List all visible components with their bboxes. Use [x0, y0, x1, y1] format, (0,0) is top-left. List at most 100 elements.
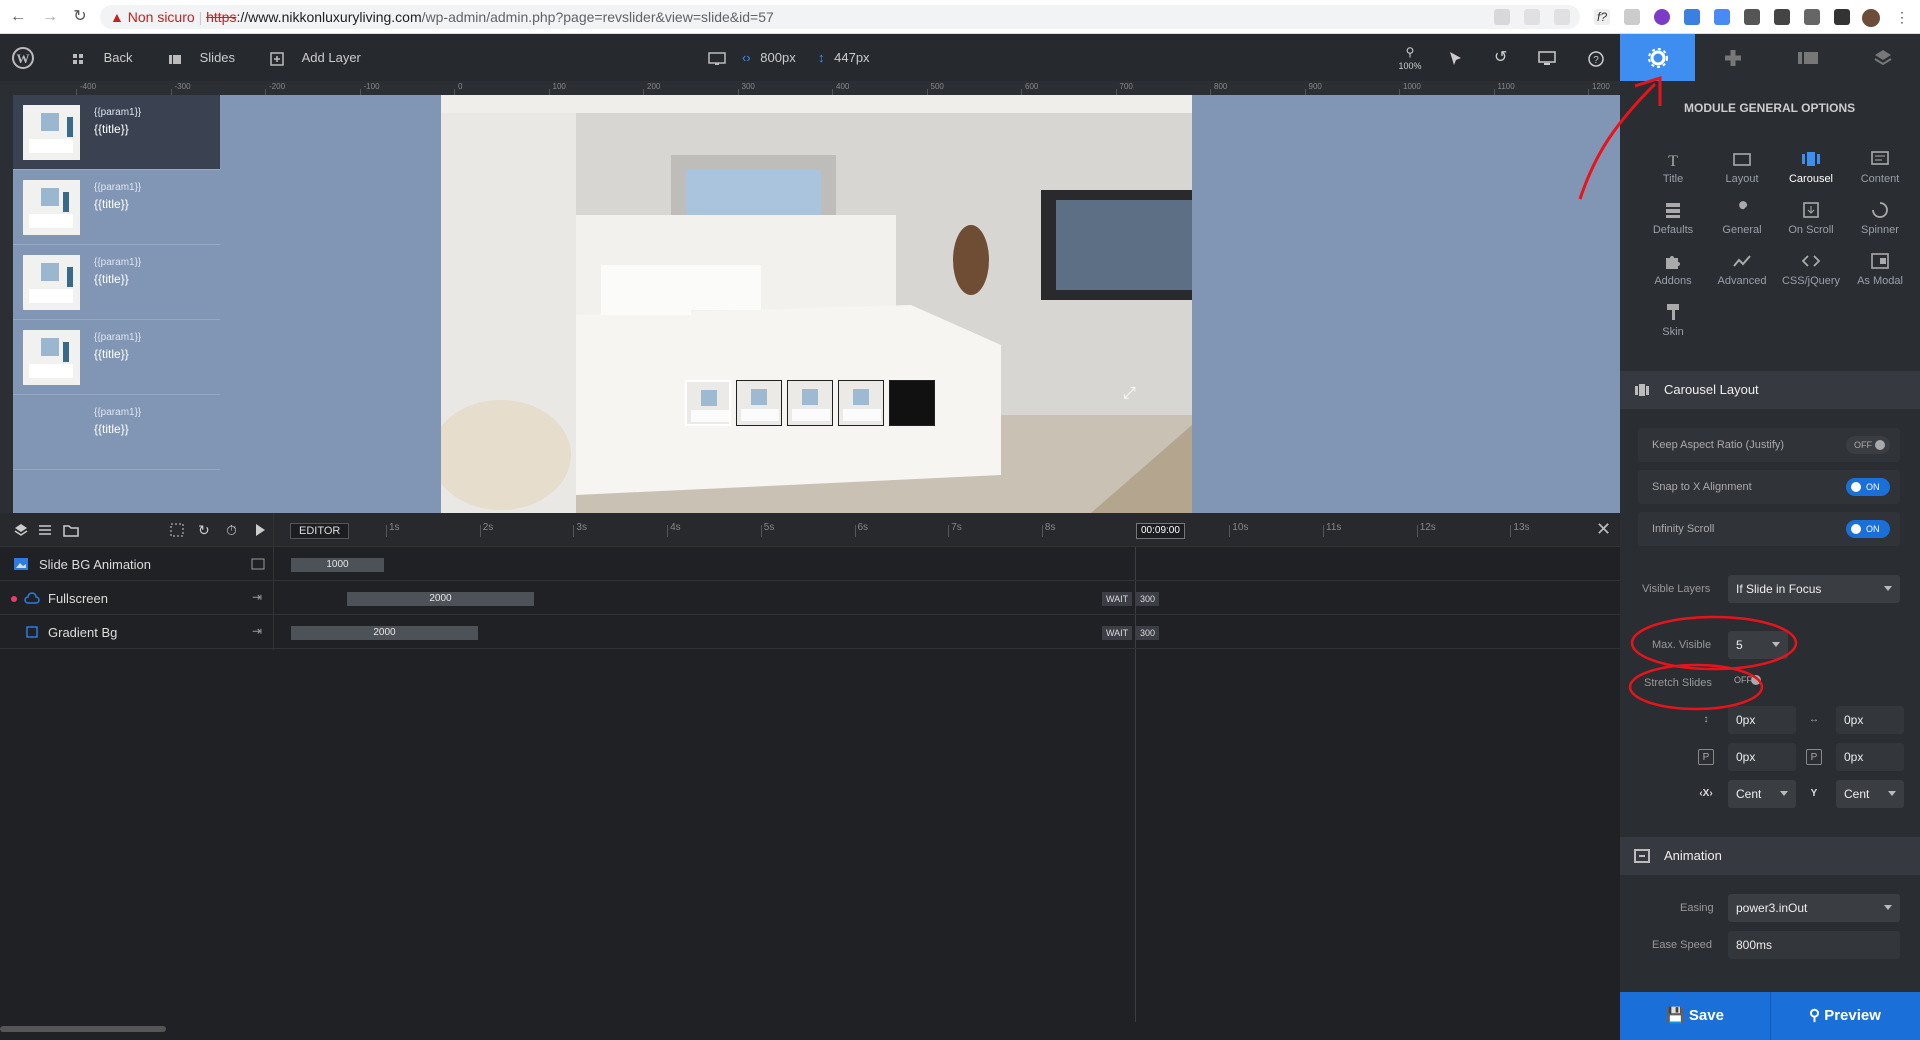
- horizontal-scrollbar[interactable]: [0, 1026, 166, 1032]
- monitor-icon[interactable]: [1538, 34, 1556, 81]
- timer-icon[interactable]: ⏱: [226, 522, 237, 539]
- formula-extension-icon[interactable]: f?: [1594, 9, 1610, 25]
- stretch-slides-toggle[interactable]: OFF: [1726, 671, 1766, 689]
- wait-value[interactable]: 300: [1136, 626, 1160, 640]
- option-general[interactable]: General: [1707, 200, 1777, 236]
- ruler-label: 700: [1119, 82, 1133, 91]
- option-content[interactable]: Content: [1845, 149, 1915, 185]
- carousel-thumbnail[interactable]: [787, 380, 833, 426]
- padding-left-input[interactable]: 0px: [1728, 743, 1796, 771]
- forward-arrow-icon[interactable]: →: [40, 7, 60, 27]
- back-button[interactable]: Back: [72, 34, 133, 81]
- carousel-thumbnail[interactable]: [838, 380, 884, 426]
- translate-extension-icon[interactable]: [1714, 9, 1730, 25]
- tab-layers[interactable]: [1845, 34, 1920, 81]
- option-css-jquery[interactable]: CSS/jQuery: [1776, 251, 1846, 287]
- animation-bar[interactable]: 2000: [347, 592, 534, 606]
- tab-slide[interactable]: [1770, 34, 1845, 81]
- share-icon[interactable]: [1524, 9, 1540, 25]
- infinity-toggle[interactable]: ON: [1846, 520, 1890, 538]
- option-layout[interactable]: Layout: [1707, 149, 1777, 185]
- fullscreen-expand-icon[interactable]: ⤢: [1123, 385, 1136, 403]
- close-icon[interactable]: ✕: [1596, 519, 1611, 540]
- extension-icon[interactable]: [1684, 9, 1700, 25]
- wordpress-logo-icon[interactable]: W: [12, 34, 36, 81]
- width-field[interactable]: ‹› 800px: [742, 34, 796, 81]
- tab-navigation[interactable]: [1695, 34, 1770, 81]
- tab-module-settings[interactable]: [1620, 34, 1695, 81]
- arrow-end-icon[interactable]: ⇥: [252, 624, 262, 638]
- avatar[interactable]: [1862, 9, 1880, 27]
- max-visible-select[interactable]: 5: [1728, 631, 1788, 659]
- option-spinner[interactable]: Spinner: [1845, 200, 1915, 236]
- preview-button[interactable]: ⚲ Preview: [1770, 992, 1920, 1040]
- refresh-icon[interactable]: ↻: [198, 522, 210, 539]
- layers-icon[interactable]: [14, 523, 28, 537]
- carousel-thumbnail[interactable]: [889, 380, 935, 426]
- back-arrow-icon[interactable]: ←: [8, 7, 28, 27]
- menu-dots-icon[interactable]: ⋮: [1892, 7, 1912, 27]
- zoom-control[interactable]: ⚲ 100%: [1396, 34, 1424, 81]
- slide-thumbnail-item[interactable]: {{param1}} {{title}}: [13, 395, 220, 470]
- align-x-select[interactable]: Cent: [1728, 780, 1796, 808]
- align-y-select[interactable]: Cent: [1836, 780, 1904, 808]
- option-on-scroll[interactable]: On Scroll: [1776, 200, 1846, 236]
- option-carousel[interactable]: Carousel: [1776, 149, 1846, 185]
- option-skin[interactable]: Skin: [1638, 302, 1708, 338]
- timeline-row[interactable]: Gradient Bg ⇥ 2000 WAIT 300: [0, 615, 1620, 649]
- snap-toggle[interactable]: ON: [1846, 478, 1890, 496]
- slide-thumbnail-item[interactable]: {{param1}} {{title}}: [13, 95, 220, 170]
- visible-layers-select[interactable]: If Slide in Focus: [1728, 575, 1900, 603]
- side-panel-icon[interactable]: [1834, 9, 1850, 25]
- device-desktop-icon[interactable]: [708, 34, 726, 81]
- carousel-layout-header[interactable]: Carousel Layout: [1620, 371, 1920, 409]
- extension-icon[interactable]: [1654, 9, 1670, 25]
- list-icon[interactable]: [38, 523, 52, 537]
- wait-value[interactable]: 300: [1136, 592, 1160, 606]
- timeline-row[interactable]: Fullscreen ⇥ 2000 WAIT 300: [0, 581, 1620, 615]
- reading-list-icon[interactable]: [1804, 9, 1820, 25]
- folder-icon[interactable]: [63, 523, 79, 537]
- gap-input[interactable]: 0px: [1836, 706, 1904, 734]
- option-advanced[interactable]: Advanced: [1707, 251, 1777, 287]
- option-addons[interactable]: Addons: [1638, 251, 1708, 287]
- animation-bar[interactable]: 1000: [291, 558, 384, 572]
- time-marker[interactable]: 00:09:00: [1136, 523, 1185, 539]
- easing-select[interactable]: power3.inOut: [1728, 894, 1900, 922]
- keep-aspect-toggle[interactable]: OFF: [1846, 436, 1890, 454]
- image-small-icon[interactable]: [251, 558, 265, 570]
- slides-button[interactable]: Slides: [168, 34, 235, 81]
- reload-icon[interactable]: ↻: [70, 7, 90, 27]
- play-icon[interactable]: [254, 523, 266, 537]
- animation-bar[interactable]: 2000: [291, 626, 478, 640]
- padding-right-input[interactable]: 0px: [1836, 743, 1904, 771]
- carousel-thumbnail[interactable]: [736, 380, 782, 426]
- eyedropper-icon[interactable]: [1624, 9, 1640, 25]
- undo-icon[interactable]: ↺: [1494, 34, 1507, 81]
- puzzle-extensions-icon[interactable]: [1774, 9, 1790, 25]
- option-defaults[interactable]: Defaults: [1638, 200, 1708, 236]
- option-as-modal[interactable]: As Modal: [1845, 251, 1915, 287]
- cursor-icon[interactable]: [1448, 34, 1462, 81]
- address-bar[interactable]: ▲ Non sicuro | https://www.nikkonluxuryl…: [100, 5, 1580, 29]
- help-icon[interactable]: ?: [1588, 34, 1604, 81]
- bookmark-star-icon[interactable]: [1554, 9, 1570, 25]
- select-icon[interactable]: [170, 523, 184, 537]
- arrow-end-icon[interactable]: ⇥: [252, 590, 262, 604]
- animation-header[interactable]: Animation: [1620, 837, 1920, 875]
- save-button[interactable]: 💾 Save: [1620, 992, 1770, 1040]
- translate-icon[interactable]: [1494, 9, 1510, 25]
- carousel-thumbnail[interactable]: [685, 380, 731, 426]
- ease-speed-input[interactable]: 800ms: [1728, 931, 1900, 959]
- zoom-label: 100%: [1398, 61, 1422, 71]
- add-layer-button[interactable]: Add Layer: [270, 34, 361, 81]
- timeline-row[interactable]: Slide BG Animation 1000: [0, 547, 1620, 581]
- extension-icon[interactable]: [1744, 9, 1760, 25]
- height-field[interactable]: ↕ 447px: [818, 34, 870, 81]
- slide-thumbnail-item[interactable]: {{param1}} {{title}}: [13, 245, 220, 320]
- padding-top-input[interactable]: 0px: [1728, 706, 1796, 734]
- option-title[interactable]: T Title: [1638, 149, 1708, 185]
- slide-thumbnail-item[interactable]: {{param1}} {{title}}: [13, 170, 220, 245]
- slide-thumbnail-item[interactable]: {{param1}} {{title}}: [13, 320, 220, 395]
- slide-preview[interactable]: ⤢: [441, 95, 1192, 513]
